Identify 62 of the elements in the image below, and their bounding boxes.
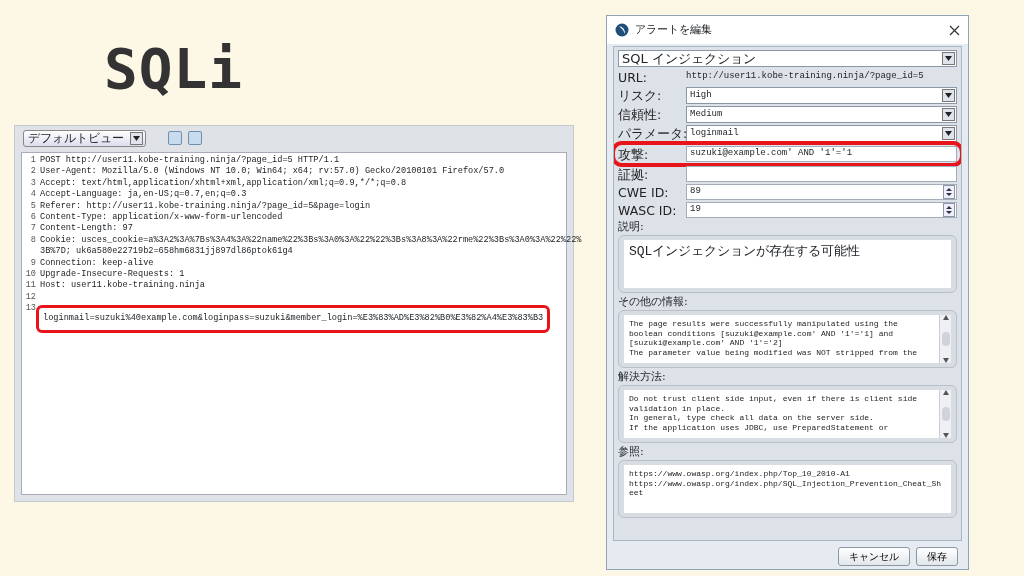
- code-line: Accept-Language: ja,en-US;q=0.7,en;q=0.3: [40, 189, 247, 201]
- dialog-title: アラートを編集: [635, 21, 713, 38]
- scroll-thumb[interactable]: [941, 407, 950, 421]
- select-field[interactable]: Medium: [686, 106, 957, 123]
- field-label: WASC ID:: [618, 202, 678, 218]
- code-line: Content-Type: application/x-www-form-urlencoded: [40, 212, 283, 223]
- spinner-field[interactable]: 89: [686, 184, 957, 200]
- url-value: http://user11.kobe-training.ninja/?page_id=5: [686, 70, 925, 84]
- line-number: 1: [29, 155, 37, 167]
- line-number: 2: [29, 166, 37, 178]
- section-label: 説明:: [618, 220, 645, 233]
- input-field[interactable]: suzuki@example.com' AND '1'='1: [686, 146, 957, 162]
- dialog-button[interactable]: キャンセル: [838, 546, 910, 566]
- code-line: User-Agent: Mozilla/5.0 (Windows NT 10.0; Win64; x64; rv:57.0) Gecko/20100101 Firefox/57.0: [40, 166, 505, 178]
- field-label: CWE ID:: [618, 184, 670, 200]
- line-number: 9: [29, 257, 37, 270]
- line-number: 11: [24, 280, 37, 292]
- line-number: 8: [29, 234, 37, 247]
- field-label: パラメータ:: [618, 126, 686, 141]
- input-field[interactable]: [686, 166, 957, 182]
- close-icon[interactable]: [949, 24, 960, 36]
- alert-type-select[interactable]: SQL インジェクション: [618, 50, 957, 67]
- line-number: 5: [29, 200, 37, 213]
- field-label: URL:: [618, 69, 648, 85]
- code-line: Cookie: usces_cookie=a%3A2%3A%7Bs%3A4%3A%22name%22%3Bs%3A0%3A%22%22%3Bs%3A8%3A%22rme%22%3Bs%3A0%3A%22%22%: [40, 234, 582, 246]
- dialog-button[interactable]: 保存: [916, 546, 958, 566]
- section-label: 解決方法:: [618, 370, 667, 383]
- spinner-field[interactable]: 19: [686, 202, 957, 218]
- scroll-down-icon[interactable]: [942, 433, 949, 438]
- section-label: 参照:: [618, 445, 645, 458]
- code-line: 3B%7D; uk6a580e22719b2=658hm6831jj897dl86ptok61g4: [40, 246, 293, 258]
- field-label: 証拠:: [618, 166, 650, 182]
- line-number: 12: [24, 291, 37, 304]
- slide-title: SQLi: [104, 36, 243, 101]
- select-field[interactable]: High: [686, 87, 957, 104]
- code-line: Upgrade-Insecure-Requests: 1: [40, 269, 185, 280]
- scroll-thumb[interactable]: [941, 332, 950, 346]
- code-line: Referer: http://user11.kobe-training.ninja/?page_id=5&page=login: [40, 200, 371, 212]
- scrollbar[interactable]: [939, 390, 951, 438]
- app-icon: [615, 23, 629, 37]
- line-number: 13: [24, 303, 37, 316]
- scrollbar[interactable]: [939, 315, 951, 363]
- field-label: リスク:: [618, 88, 663, 103]
- spinner-arrows-icon[interactable]: [943, 185, 955, 199]
- line-number: 10: [24, 269, 37, 281]
- code-line: POST http://user11.kobe-training.ninja/?page_id=5 HTTP/1.1: [40, 155, 340, 166]
- scroll-down-icon[interactable]: [942, 358, 949, 363]
- line-number: 4: [29, 189, 37, 201]
- scroll-up-icon[interactable]: [942, 390, 949, 395]
- code-line: Host: user11.kobe-training.ninja: [40, 280, 206, 292]
- section-label: その他の情報:: [618, 295, 689, 308]
- code-line: Content-Length: 97: [40, 223, 133, 235]
- view-select[interactable]: デフォルトビュー: [23, 129, 146, 147]
- line-number: 7: [29, 223, 37, 235]
- code-line: Connection: keep-alive: [40, 257, 154, 269]
- field-label: 攻撃:: [618, 146, 650, 162]
- line-number: 6: [29, 212, 37, 224]
- code-line: Accept: text/html,application/xhtml+xml,application/xml;q=0.9,*/*;q=0.8: [40, 177, 407, 189]
- scroll-up-icon[interactable]: [942, 315, 949, 320]
- field-label: 信頼性:: [618, 107, 663, 122]
- line-number: 3: [29, 177, 37, 190]
- spinner-arrows-icon[interactable]: [943, 203, 955, 217]
